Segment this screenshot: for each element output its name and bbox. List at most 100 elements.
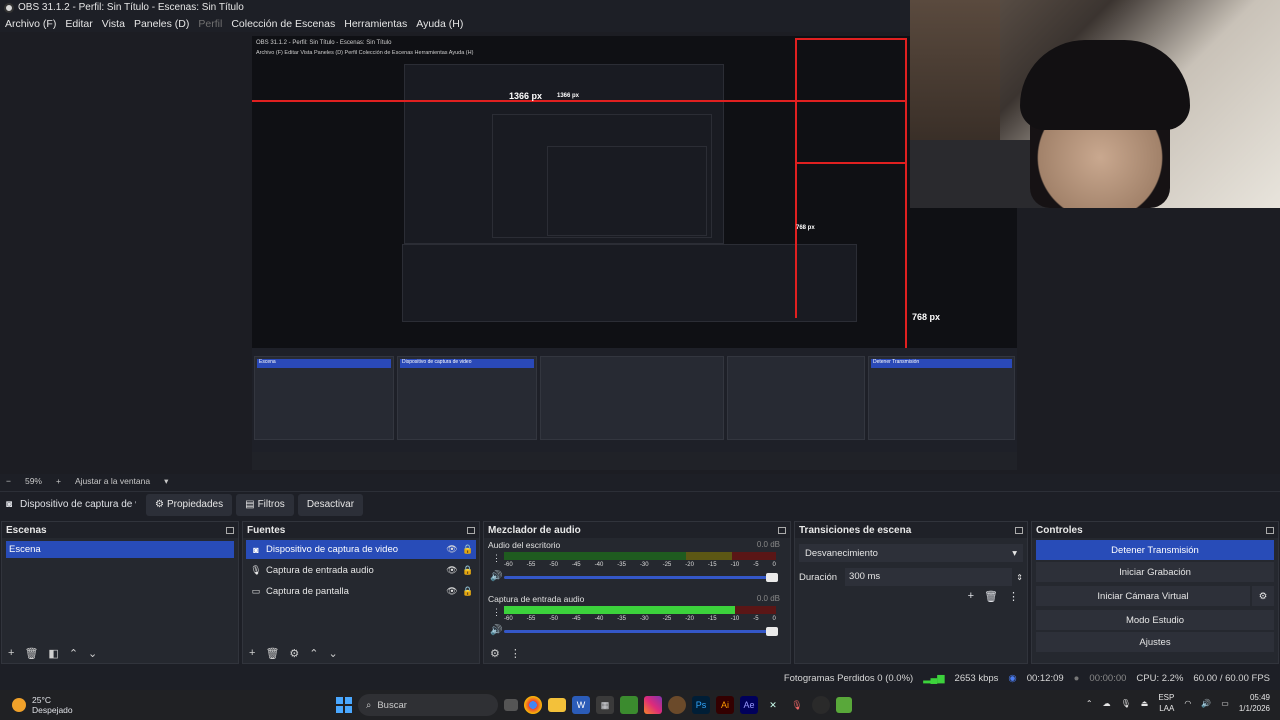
minecraft-launcher-icon[interactable] <box>836 697 852 713</box>
clock[interactable]: 05:49 1/1/2026 <box>1239 692 1270 714</box>
move-down-icon[interactable]: ⌄ <box>329 647 338 660</box>
windows-taskbar: 25°C Despejado ⌕ Buscar W ▦ Ps Ai Ae ✕ 🎙… <box>0 690 1280 720</box>
mixer-menu-icon[interactable]: ⋮ <box>510 647 521 660</box>
start-virtual-camera-button[interactable]: Iniciar Cámara Virtual <box>1036 586 1250 606</box>
chrome-icon[interactable] <box>524 696 542 714</box>
taskbar-search[interactable]: ⌕ Buscar <box>358 694 498 716</box>
trash-icon[interactable]: 🗑 <box>984 590 998 603</box>
scene-item[interactable]: Escena <box>6 541 234 558</box>
volume-slider[interactable] <box>504 573 778 582</box>
properties-button[interactable]: ⚙ Propiedades <box>146 493 233 516</box>
source-item[interactable]: ◙ Dispositivo de captura de video 👁 🔒 <box>246 540 476 559</box>
stop-streaming-button[interactable]: Detener Transmisión <box>1036 540 1274 560</box>
volume-slider[interactable] <box>504 627 778 636</box>
capcut-icon[interactable]: ✕ <box>764 696 782 714</box>
fit-to-window-label[interactable]: Ajustar a la ventana <box>75 476 150 486</box>
studio-mode-button[interactable]: Modo Estudio <box>1036 610 1274 630</box>
transition-select[interactable]: Desvanecimiento ▾ <box>799 544 1023 562</box>
photoshop-icon[interactable]: Ps <box>692 696 710 714</box>
lock-icon[interactable]: 🔒 <box>460 565 476 576</box>
sources-dock-header: Fuentes <box>243 522 479 538</box>
move-up-icon[interactable]: ⌃ <box>69 647 78 660</box>
advanced-audio-gear-icon[interactable]: ⚙ <box>490 647 500 660</box>
menu-herramientas[interactable]: Herramientas <box>344 18 407 30</box>
volume-icon[interactable]: 🔊 <box>1201 699 1211 708</box>
eye-icon[interactable]: 👁 <box>444 565 460 576</box>
menu-ayuda[interactable]: Ayuda (H) <box>416 18 463 30</box>
menu-coleccion-escenas[interactable]: Colección de Escenas <box>231 18 335 30</box>
instagram-icon[interactable] <box>644 696 662 714</box>
undock-icon[interactable] <box>467 526 475 534</box>
trash-icon[interactable]: 🗑 <box>265 647 279 660</box>
minecraft-icon[interactable] <box>620 696 638 714</box>
zoom-out-button[interactable]: − <box>6 476 11 486</box>
virtual-camera-gear-icon[interactable]: ⚙ <box>1252 586 1274 606</box>
monitor-icon: ▭ <box>251 586 261 596</box>
usb-icon[interactable]: ⏏ <box>1141 699 1149 708</box>
eye-icon[interactable]: 👁 <box>444 586 460 597</box>
source-item[interactable]: ▭ Captura de pantalla 👁 🔒 <box>246 582 476 601</box>
record-icon: ● <box>1073 672 1080 684</box>
battery-icon[interactable]: ▭ <box>1221 699 1229 708</box>
mixer-channel-mic: Captura de entrada audio 0.0 dB ⋮ -60 -55… <box>488 594 786 646</box>
wifi-icon[interactable]: ◠ <box>1184 699 1191 708</box>
microphone-app-icon[interactable]: 🎙 <box>788 696 806 714</box>
add-transition-icon[interactable]: + <box>968 590 974 603</box>
undock-icon[interactable] <box>1266 526 1274 534</box>
file-explorer-icon[interactable] <box>548 698 566 712</box>
zoom-in-button[interactable]: + <box>56 476 61 486</box>
speaker-icon[interactable]: 🔊 <box>490 571 502 582</box>
volume-slider-knob[interactable] <box>766 573 778 582</box>
stepper-icon[interactable]: ⇕ <box>1016 573 1023 582</box>
add-scene-icon[interactable]: + <box>8 647 14 659</box>
transition-menu-icon[interactable]: ⋮ <box>1008 590 1019 603</box>
start-recording-button[interactable]: Iniciar Grabación <box>1036 562 1274 582</box>
camera-icon: ◙ <box>253 544 259 555</box>
source-label: Dispositivo de captura de video <box>266 544 399 555</box>
filters-button[interactable]: ▤ Filtros <box>236 493 294 516</box>
filter-icon: ▤ <box>245 499 255 510</box>
after-effects-icon[interactable]: Ae <box>740 696 758 714</box>
word-icon[interactable]: W <box>572 696 590 714</box>
lock-icon[interactable]: 🔒 <box>460 544 476 555</box>
move-down-icon[interactable]: ⌄ <box>88 647 97 660</box>
menu-vista[interactable]: Vista <box>102 18 125 30</box>
temperature: 25°C <box>32 695 51 705</box>
mic-tray-icon[interactable]: 🎙 <box>1121 699 1131 708</box>
menu-archivo[interactable]: Archivo (F) <box>5 18 56 30</box>
speaker-icon[interactable]: 🔊 <box>490 625 502 636</box>
eye-icon[interactable]: 👁 <box>444 544 460 555</box>
windows-start-icon[interactable] <box>336 697 352 713</box>
filters-icon[interactable]: ◧ <box>48 647 58 660</box>
add-source-icon[interactable]: + <box>249 647 255 659</box>
obs-icon[interactable] <box>812 696 830 714</box>
chevron-up-icon[interactable]: ⌃ <box>1086 699 1093 708</box>
more-options-icon[interactable]: ⋮ <box>492 607 501 618</box>
menu-editar[interactable]: Editar <box>65 18 92 30</box>
zoom-dropdown-icon[interactable]: ▾ <box>164 476 168 487</box>
move-up-icon[interactable]: ⌃ <box>309 647 318 660</box>
width-label: 1366 px <box>509 91 543 101</box>
menu-paneles[interactable]: Paneles (D) <box>134 18 189 30</box>
volume-slider-knob[interactable] <box>766 627 778 636</box>
undock-icon[interactable] <box>226 526 234 534</box>
lock-icon[interactable]: 🔒 <box>460 586 476 597</box>
gear-icon[interactable]: ⚙ <box>289 647 299 660</box>
weather-widget[interactable]: 25°C Despejado <box>0 695 200 715</box>
settings-button[interactable]: Ajustes <box>1036 632 1274 652</box>
source-item[interactable]: 🎙 Captura de entrada audio 👁 🔒 <box>246 561 476 580</box>
task-view-icon[interactable] <box>504 699 518 711</box>
language-indicator[interactable]: ESP LAA <box>1158 692 1174 714</box>
duration-input[interactable]: 300 ms <box>845 568 1013 586</box>
undock-icon[interactable] <box>1015 526 1023 534</box>
more-options-icon[interactable]: ⋮ <box>492 553 501 564</box>
undock-icon[interactable] <box>778 526 786 534</box>
trash-icon[interactable]: 🗑 <box>24 647 38 660</box>
cloud-icon[interactable]: ☁ <box>1103 699 1111 708</box>
illustrator-icon[interactable]: Ai <box>716 696 734 714</box>
store-icon[interactable]: ▦ <box>596 696 614 714</box>
deactivate-button[interactable]: Desactivar <box>297 493 364 516</box>
app-icon[interactable] <box>668 696 686 714</box>
current-source: ◙ Dispositivo de captura de v <box>6 499 136 510</box>
preview-canvas[interactable]: OBS 31.1.2 - Perfil: Sin Título - Escena… <box>252 36 1017 470</box>
